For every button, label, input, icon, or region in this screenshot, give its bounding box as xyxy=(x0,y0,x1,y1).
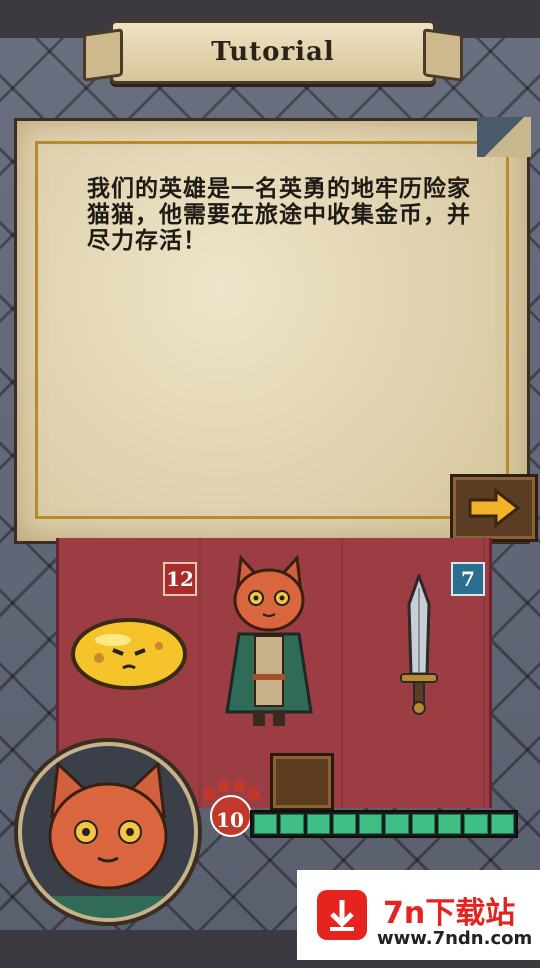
title-banner: Tutorial xyxy=(110,20,436,84)
watermark: 7n下载站 www.7ndn.com xyxy=(297,870,540,960)
health-segment xyxy=(464,814,488,834)
health-segment xyxy=(438,814,462,834)
page-title: Tutorial xyxy=(211,37,335,67)
health-bar xyxy=(250,810,518,838)
health-segment xyxy=(490,814,514,834)
health-segment xyxy=(254,814,278,834)
next-button[interactable] xyxy=(450,474,538,542)
page-fold xyxy=(477,117,531,157)
health-segment xyxy=(306,814,330,834)
dialog-text: 我们的英雄是一名英勇的地牢历险家猫猫，他需要在旅途中收集金币，并尽力存活！ xyxy=(87,176,471,254)
download-icon xyxy=(317,890,367,940)
health-segment xyxy=(332,814,357,834)
health-segment xyxy=(385,814,409,834)
enemy-value-badge: 12 xyxy=(163,562,197,596)
health-value: 10 xyxy=(216,808,244,832)
health-segment xyxy=(359,814,383,834)
dagger-icon[interactable] xyxy=(389,574,449,718)
health-segment xyxy=(411,814,436,834)
hero-portrait xyxy=(18,742,198,922)
cat-portrait-icon xyxy=(34,760,182,918)
yellow-slime-icon[interactable] xyxy=(69,610,189,690)
equipment-slot[interactable] xyxy=(270,753,334,811)
cat-hero-icon[interactable] xyxy=(219,552,319,732)
arrow-right-icon xyxy=(468,488,521,528)
watermark-url: www.7ndn.com xyxy=(377,928,533,949)
health-segment xyxy=(280,814,304,834)
weapon-value-badge: 7 xyxy=(451,562,485,596)
watermark-title: 7n下载站 xyxy=(383,896,516,931)
